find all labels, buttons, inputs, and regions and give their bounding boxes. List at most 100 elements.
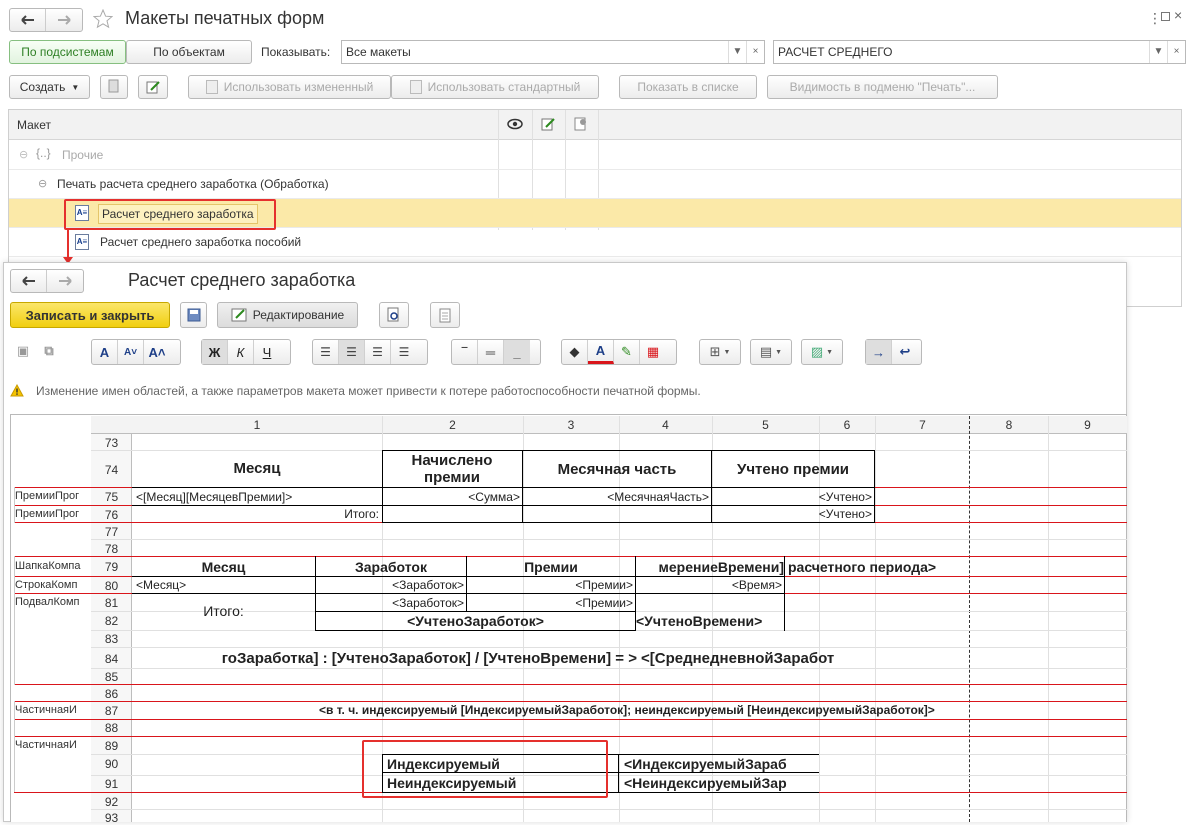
font-icon[interactable]: A [92, 340, 118, 364]
cell-counted-param[interactable]: <Учтено> [713, 490, 872, 504]
header-counted[interactable]: Учтено премии [713, 461, 873, 478]
bold-icon[interactable]: Ж [202, 340, 228, 364]
header2-period[interactable]: расчетного периода> [788, 559, 988, 575]
show-select[interactable]: Все макеты ▼ × [341, 40, 765, 64]
underline-icon[interactable]: Ч [254, 340, 280, 364]
row-number[interactable]: 90 [91, 757, 132, 771]
save-button[interactable] [180, 302, 207, 328]
edit-button[interactable] [138, 75, 168, 99]
column-header[interactable]: 6 [819, 416, 875, 434]
header-monthly[interactable]: Месячная часть [524, 461, 710, 478]
row-number[interactable]: 91 [91, 777, 132, 791]
cell-indexed-value[interactable]: <ИндексируемыйЗараб [624, 756, 819, 772]
row-number[interactable]: 83 [91, 632, 132, 646]
cell-counted-param[interactable]: <Учтено> [713, 507, 872, 521]
row-number[interactable]: 78 [91, 542, 132, 556]
cell-sum-param[interactable]: <Сумма> [384, 490, 520, 504]
cell-earnings-param[interactable]: <Заработок> [317, 578, 464, 592]
tree-row-processing[interactable]: ⊖ Печать расчета среднего заработка (Обр… [9, 170, 1181, 199]
valign-middle-icon[interactable]: ═ [478, 340, 504, 364]
by-subsystems-button[interactable]: По подсистемам [9, 40, 126, 64]
table-button[interactable]: ▤ ▼ [750, 339, 792, 365]
show-in-list-button[interactable]: Показать в списке [619, 75, 757, 99]
cell-month-param[interactable]: <Месяц> [136, 578, 314, 592]
column-header[interactable]: 8 [970, 416, 1048, 434]
row-number[interactable]: 88 [91, 721, 132, 735]
back-button[interactable] [11, 270, 47, 292]
copy-format-icon[interactable]: ⧉ [36, 339, 62, 363]
clear-format-icon[interactable]: ▦ [640, 340, 666, 364]
column-header[interactable]: 3 [523, 416, 619, 434]
row-number[interactable]: 86 [91, 687, 132, 701]
row-number[interactable]: 85 [91, 670, 132, 684]
star-icon[interactable] [93, 9, 113, 29]
pen-color-icon[interactable]: ✎ [614, 340, 640, 364]
column-header[interactable]: 1 [132, 416, 382, 434]
header2-time[interactable]: мерениеВремени] [636, 559, 784, 575]
row-number[interactable]: 92 [91, 795, 132, 809]
tree-row-other[interactable]: ⊖ {..} Прочие [9, 141, 1181, 170]
forward-button[interactable] [46, 9, 82, 31]
wrap-icon[interactable]: ↩ [892, 340, 918, 364]
paste-icon[interactable]: ▣ [10, 339, 36, 363]
chevron-down-icon[interactable]: ▼ [728, 41, 746, 63]
row-number[interactable]: 73 [91, 436, 132, 450]
row-number[interactable]: 81 [91, 596, 132, 610]
cell-time-param[interactable]: <Время> [637, 578, 782, 592]
forward-button[interactable] [47, 270, 83, 292]
cell-month-param[interactable]: <[Месяц][МесяцевПремии]> [136, 490, 382, 504]
header2-earnings[interactable]: Заработок [316, 559, 466, 575]
row-number[interactable]: 79 [91, 560, 132, 574]
row-number[interactable]: 74 [91, 463, 132, 477]
copy-button[interactable] [100, 75, 128, 99]
cell-earnings-param[interactable]: <Заработок> [317, 596, 464, 610]
font-decrease-icon[interactable]: A˅ [118, 340, 144, 364]
column-header[interactable]: 2 [382, 416, 523, 434]
align-center-icon[interactable]: ☰ [339, 340, 365, 364]
visibility-button[interactable]: Видимость в подменю "Печать"... [767, 75, 998, 99]
cell-non-indexed-value[interactable]: <НеиндексируемыйЗар [624, 775, 819, 791]
fill-color-icon[interactable]: ◆ [562, 340, 588, 364]
header2-month[interactable]: Месяц [132, 559, 315, 575]
cell-indexed-text[interactable]: <в т. ч. индексируемый [ИндексируемыйЗар… [319, 703, 1119, 717]
cell-counted-earnings[interactable]: <УчтеноЗаработок> [316, 613, 635, 629]
valign-bottom-icon[interactable]: _ [504, 340, 530, 364]
save-close-button[interactable]: Записать и закрыть [10, 302, 170, 328]
header2-bonuses[interactable]: Премии [467, 559, 635, 575]
font-increase-icon[interactable]: A˄ [144, 340, 170, 364]
row-number[interactable]: 76 [91, 508, 132, 522]
preview-button[interactable] [379, 302, 409, 328]
clear-icon[interactable]: × [1167, 41, 1185, 63]
row-number[interactable]: 87 [91, 704, 132, 718]
collapse-icon[interactable]: ⊖ [19, 148, 28, 161]
back-button[interactable] [10, 9, 46, 31]
clear-icon[interactable]: × [746, 41, 764, 63]
cell-average-formula[interactable]: гоЗаработка] : [УчтеноЗаработок] / [Учте… [132, 650, 637, 667]
cell-part-param[interactable]: <МесячнаяЧасть> [524, 490, 709, 504]
row-number[interactable]: 89 [91, 739, 132, 753]
cell-bonus-param[interactable]: <Премии> [468, 596, 633, 610]
row-number[interactable]: 77 [91, 525, 132, 539]
cell-total-label[interactable]: Итого: [136, 507, 379, 521]
maximize-icon[interactable] [1161, 12, 1170, 21]
align-right-icon[interactable]: ☰ [365, 340, 391, 364]
close-icon[interactable]: × [1174, 7, 1182, 23]
collapse-icon[interactable]: ⊖ [38, 177, 47, 190]
borders-button[interactable]: ⊞ ▼ [699, 339, 741, 365]
arrow-right-icon[interactable]: → [866, 340, 892, 364]
picture-button[interactable]: ▨ ▼ [801, 339, 843, 365]
chevron-down-icon[interactable]: ▼ [1149, 41, 1167, 63]
column-header[interactable]: 4 [619, 416, 712, 434]
row-number[interactable]: 75 [91, 490, 132, 504]
use-standard-button[interactable]: Использовать стандартный [391, 75, 599, 99]
by-objects-button[interactable]: По объектам [126, 40, 252, 64]
editing-button[interactable]: Редактирование [217, 302, 358, 328]
align-left-icon[interactable]: ☰ [313, 340, 339, 364]
cell-total-label[interactable]: Итого: [132, 603, 315, 619]
row-number[interactable]: 80 [91, 579, 132, 593]
header-month[interactable]: Месяц [132, 460, 382, 477]
doc-button[interactable] [430, 302, 460, 328]
row-number[interactable]: 84 [91, 652, 132, 666]
cell-counted-time[interactable]: <УчтеноВремени> [636, 613, 785, 629]
column-header[interactable]: 7 [875, 416, 970, 434]
